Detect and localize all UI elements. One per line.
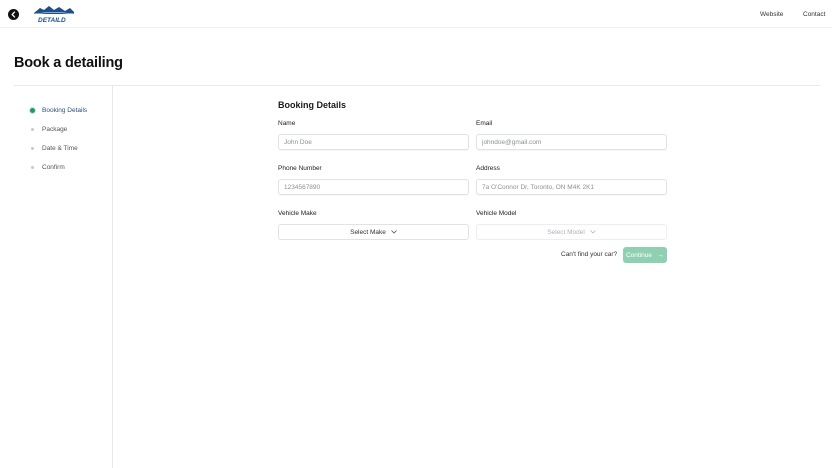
vehicle-make-value: Select Make [350,228,386,236]
continue-button[interactable]: Continue → [623,247,667,263]
vehicle-make-label: Vehicle Make [278,210,317,217]
vehicle-make-select[interactable]: Select Make [278,224,469,240]
phone-input[interactable] [278,179,469,195]
step-date-time[interactable]: Date & Time [30,145,78,152]
step-label: Confirm [42,164,65,171]
step-label: Date & Time [42,145,78,152]
step-dot-icon [31,166,34,169]
nav-website-link[interactable]: Website [760,11,783,18]
top-header: DETAILD Website Contact [0,0,832,28]
step-dot-icon [31,128,34,131]
vehicle-model-value: Select Model [547,228,585,236]
email-label: Email [476,120,493,127]
address-input[interactable] [476,179,667,195]
chevron-down-icon [589,230,596,234]
page-title: Book a detailing [14,55,123,71]
vehicle-model-label: Vehicle Model [476,210,517,217]
email-input[interactable] [476,134,667,150]
divider [14,85,820,86]
nav-contact-link[interactable]: Contact [803,11,825,18]
active-step-dot-icon [30,108,35,113]
address-label: Address [476,165,500,172]
arrow-right-icon: → [657,251,665,259]
chevron-down-icon [391,230,397,234]
form-section-title: Booking Details [278,100,347,110]
vehicle-model-select[interactable]: Select Model [476,224,667,240]
back-button[interactable] [8,9,19,20]
phone-label: Phone Number [278,165,322,172]
step-sidebar [0,86,113,468]
step-label: Booking Details [42,107,88,114]
step-label: Package [42,126,68,133]
step-confirm[interactable]: Confirm [30,164,65,171]
name-label: Name [278,120,296,127]
step-booking-details[interactable]: Booking Details [30,107,87,114]
chevron-left-icon [11,11,16,18]
name-input[interactable] [278,134,469,150]
continue-label: Continue [625,251,653,259]
step-package[interactable]: Package [30,126,67,133]
logo-text: DETAILD [38,17,66,24]
cant-find-car-link[interactable]: Can't find your car? [561,251,617,258]
detaild-logo[interactable]: DETAILD [32,5,76,24]
step-dot-icon [31,147,34,150]
